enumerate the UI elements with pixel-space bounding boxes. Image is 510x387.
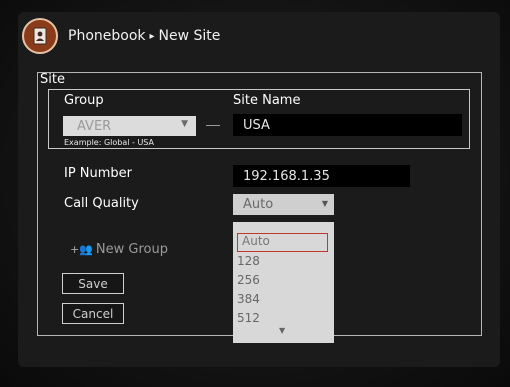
- group-select[interactable]: AVER ▼: [63, 116, 196, 136]
- call-quality-select[interactable]: Auto ▼: [233, 194, 334, 215]
- breadcrumb: Phonebook ▸ New Site: [68, 28, 220, 44]
- site-name-field[interactable]: USA: [233, 114, 462, 136]
- scroll-down-icon[interactable]: ▼: [279, 326, 285, 335]
- save-button-label: Save: [78, 276, 108, 291]
- chevron-down-icon: ▼: [321, 199, 328, 208]
- cancel-button[interactable]: Cancel: [62, 303, 124, 324]
- add-group-icon: +👥: [70, 243, 93, 256]
- site-name-label: Site Name: [233, 93, 301, 108]
- group-select-value: AVER: [77, 118, 112, 134]
- group-label: Group: [64, 93, 104, 108]
- dropdown-option-128[interactable]: 128: [233, 254, 334, 273]
- dropdown-option-256[interactable]: 256: [233, 273, 334, 292]
- new-group-button[interactable]: +👥 New Group: [70, 242, 168, 257]
- separator-dash: [206, 125, 220, 126]
- save-button[interactable]: Save: [62, 273, 124, 294]
- site-section-label: Site: [40, 72, 65, 87]
- header: Phonebook ▸ New Site: [22, 16, 482, 56]
- dropdown-option-384[interactable]: 384: [233, 292, 334, 311]
- breadcrumb-phonebook[interactable]: Phonebook: [68, 28, 146, 44]
- call-quality-value: Auto: [243, 197, 274, 212]
- new-group-label: New Group: [95, 242, 168, 257]
- breadcrumb-separator: ▸: [149, 30, 155, 42]
- phonebook-icon: [22, 18, 58, 54]
- breadcrumb-new-site: New Site: [158, 28, 221, 44]
- cancel-button-label: Cancel: [72, 306, 114, 321]
- ip-number-value: 192.168.1.35: [243, 168, 330, 184]
- ip-number-label: IP Number: [64, 166, 133, 181]
- chevron-down-icon: ▼: [181, 119, 188, 129]
- ip-number-field[interactable]: 192.168.1.35: [233, 165, 410, 187]
- call-quality-label: Call Quality: [64, 196, 139, 211]
- call-quality-dropdown: Auto 128 256 384 512 ▼: [233, 222, 334, 343]
- example-hint: Example: Global - USA: [64, 138, 154, 147]
- site-name-value: USA: [243, 117, 270, 133]
- dropdown-option-auto[interactable]: Auto: [237, 233, 328, 252]
